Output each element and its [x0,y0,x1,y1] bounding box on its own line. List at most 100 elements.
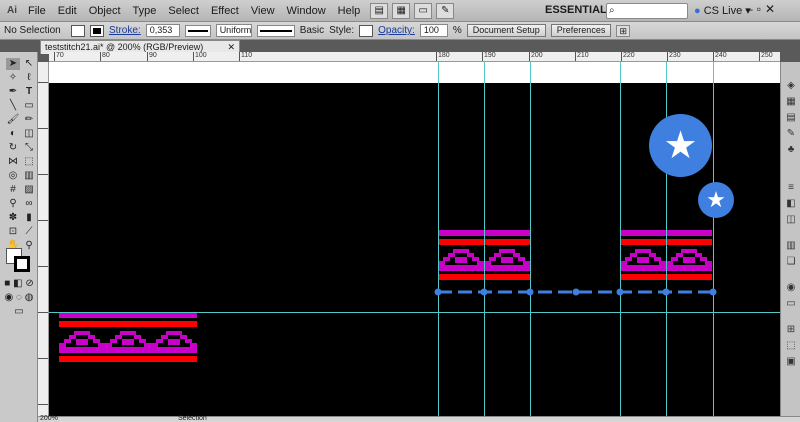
mesh-tool-icon[interactable]: # [6,184,20,196]
gradient-tool-icon[interactable]: ▨ [22,184,36,196]
graphic-styles-panel-icon[interactable]: ❏ [784,256,798,268]
star-icon-large[interactable]: ★ [649,114,712,177]
rectangle-tool-icon[interactable]: ▭ [22,100,36,112]
zoom-level[interactable]: 200% [40,415,58,422]
opacity-label[interactable]: Opacity: [378,25,415,36]
artboards-panel-icon[interactable]: ▭ [784,298,798,310]
layers-panel-icon[interactable]: ◉ [784,282,798,294]
stroke-line-preview[interactable] [184,24,211,37]
blend-tool-icon[interactable]: ∞ [22,198,36,210]
stitch-tile[interactable] [151,312,197,362]
fill-swatch[interactable] [71,24,85,37]
paintbrush-tool-icon[interactable]: 🖌 [6,114,20,126]
stitch-tile[interactable] [620,230,666,280]
canvas[interactable]: ★ ★ [49,62,780,416]
ruler-label: 80 [102,52,110,59]
ruler-label: 100 [195,52,207,59]
stroke-weight-field[interactable]: 0,353 [145,24,180,37]
symbols-panel-icon[interactable]: ♣ [784,144,798,156]
color-panel-icon[interactable]: ◈ [784,80,798,92]
transparency-panel-icon[interactable]: ◫ [784,214,798,226]
stroke-label[interactable]: Stroke: [109,25,141,36]
brush-definition[interactable]: Basic [300,25,324,36]
align-panel-icon[interactable]: ⊞ [784,324,798,336]
arrange-documents-icon[interactable]: ▦ [392,2,411,19]
artboard-tool-icon[interactable]: ⊡ [6,226,20,238]
screen-mode-icon[interactable]: ▭ [414,2,433,19]
stitch-tile[interactable] [59,312,105,362]
cs-live-menu[interactable]: ● CS Live ▾ [694,4,751,17]
slice-tool-icon[interactable]: ⟋ [22,226,36,238]
column-graph-tool-icon[interactable]: ▮ [22,212,36,224]
stroke-panel-icon[interactable]: ≡ [784,182,798,194]
menu-file[interactable]: File [22,5,52,17]
menu-type[interactable]: Type [127,5,163,17]
type-tool-icon[interactable]: T [22,86,36,98]
width-tool-icon[interactable]: ⋈ [6,156,20,168]
pen-pressure-icon[interactable]: ✎ [436,2,455,19]
pencil-tool-icon[interactable]: ✏ [22,114,36,126]
menu-window[interactable]: Window [281,5,332,17]
color-guide-panel-icon[interactable]: ▦ [784,96,798,108]
opacity-field[interactable]: 100 [419,24,448,37]
stroke-swatch[interactable] [90,24,104,37]
style-label: Style: [329,25,355,36]
stroke-color-icon[interactable] [14,256,30,272]
menu-edit[interactable]: Edit [52,5,83,17]
tools-panel: ➤ ↖ ✧ ℓ ✒ T ╲ ▭ 🖌 ✏ ◐ ◫ ↻ ⤡ ⋈ ⬚ ◎ ▥ # ▨ … [0,52,38,422]
document-setup-button[interactable]: Document Setup [466,24,546,37]
drawing-mode-icon[interactable]: ◉ ◌ ◍ [4,292,34,304]
bridge-icon[interactable]: ▤ [370,2,389,19]
ruler-label: 180 [438,52,450,59]
gradient-panel-icon[interactable]: ◧ [784,198,798,210]
line-tool-icon[interactable]: ╲ [6,100,20,112]
path-anchors[interactable] [434,288,717,296]
perspective-grid-tool-icon[interactable]: ▥ [22,170,36,182]
star-icon-small[interactable]: ★ [698,182,734,218]
symbol-sprayer-tool-icon[interactable]: ✽ [6,212,20,224]
color-mode-icon[interactable]: ■ ◧ ⊘ [4,278,34,290]
selection-tool-icon[interactable]: ➤ [6,58,20,70]
ruler-label: 230 [669,52,681,59]
maximize-icon[interactable]: ▫ [757,2,761,16]
lasso-tool-icon[interactable]: ℓ [22,72,36,84]
graphic-style-swatch[interactable] [359,24,374,37]
blob-brush-tool-icon[interactable]: ◐ [6,128,20,140]
status-bar: 200% Selection [38,415,800,422]
menu-view[interactable]: View [245,5,281,17]
ruler-label: 190 [484,52,496,59]
direct-selection-tool-icon[interactable]: ↖ [22,58,36,70]
menu-select[interactable]: Select [162,5,205,17]
swatches-panel-icon[interactable]: ▤ [784,112,798,124]
brushes-panel-icon[interactable]: ✎ [784,128,798,140]
eyedropper-tool-icon[interactable]: ⚲ [6,198,20,210]
help-search-input[interactable]: ⌕ [606,3,688,19]
brush-line-preview[interactable] [256,24,295,37]
shape-builder-tool-icon[interactable]: ◎ [6,170,20,182]
menu-help[interactable]: Help [332,5,367,17]
eraser-tool-icon[interactable]: ◫ [22,128,36,140]
pathfinder-panel-icon[interactable]: ▣ [784,356,798,368]
appearance-panel-icon[interactable]: ▥ [784,240,798,252]
stitch-tile[interactable] [438,230,484,280]
change-screen-mode-icon[interactable]: ▭ [12,306,26,318]
transform-panel-icon[interactable]: ⬚ [784,340,798,352]
zoom-tool-icon[interactable]: ⚲ [22,240,36,252]
close-icon[interactable]: ✕ [765,2,775,16]
menu-effect[interactable]: Effect [205,5,245,17]
magic-wand-tool-icon[interactable]: ✧ [6,72,20,84]
menu-object[interactable]: Object [83,5,127,17]
stitch-tile[interactable] [484,230,530,280]
align-icon[interactable]: ⊞ [616,24,631,37]
ruler-label: 210 [577,52,589,59]
status-tool[interactable]: Selection [178,415,207,422]
free-transform-tool-icon[interactable]: ⬚ [22,156,36,168]
preferences-button[interactable]: Preferences [550,24,612,37]
variable-width-profile[interactable]: Uniform [215,24,252,37]
pen-tool-icon[interactable]: ✒ [6,86,20,98]
stitch-tile[interactable] [666,230,712,280]
scale-tool-icon[interactable]: ⤡ [22,142,36,154]
rotate-tool-icon[interactable]: ↻ [6,142,20,154]
stitch-tile[interactable] [105,312,151,362]
minimize-icon[interactable]: – [746,2,753,16]
